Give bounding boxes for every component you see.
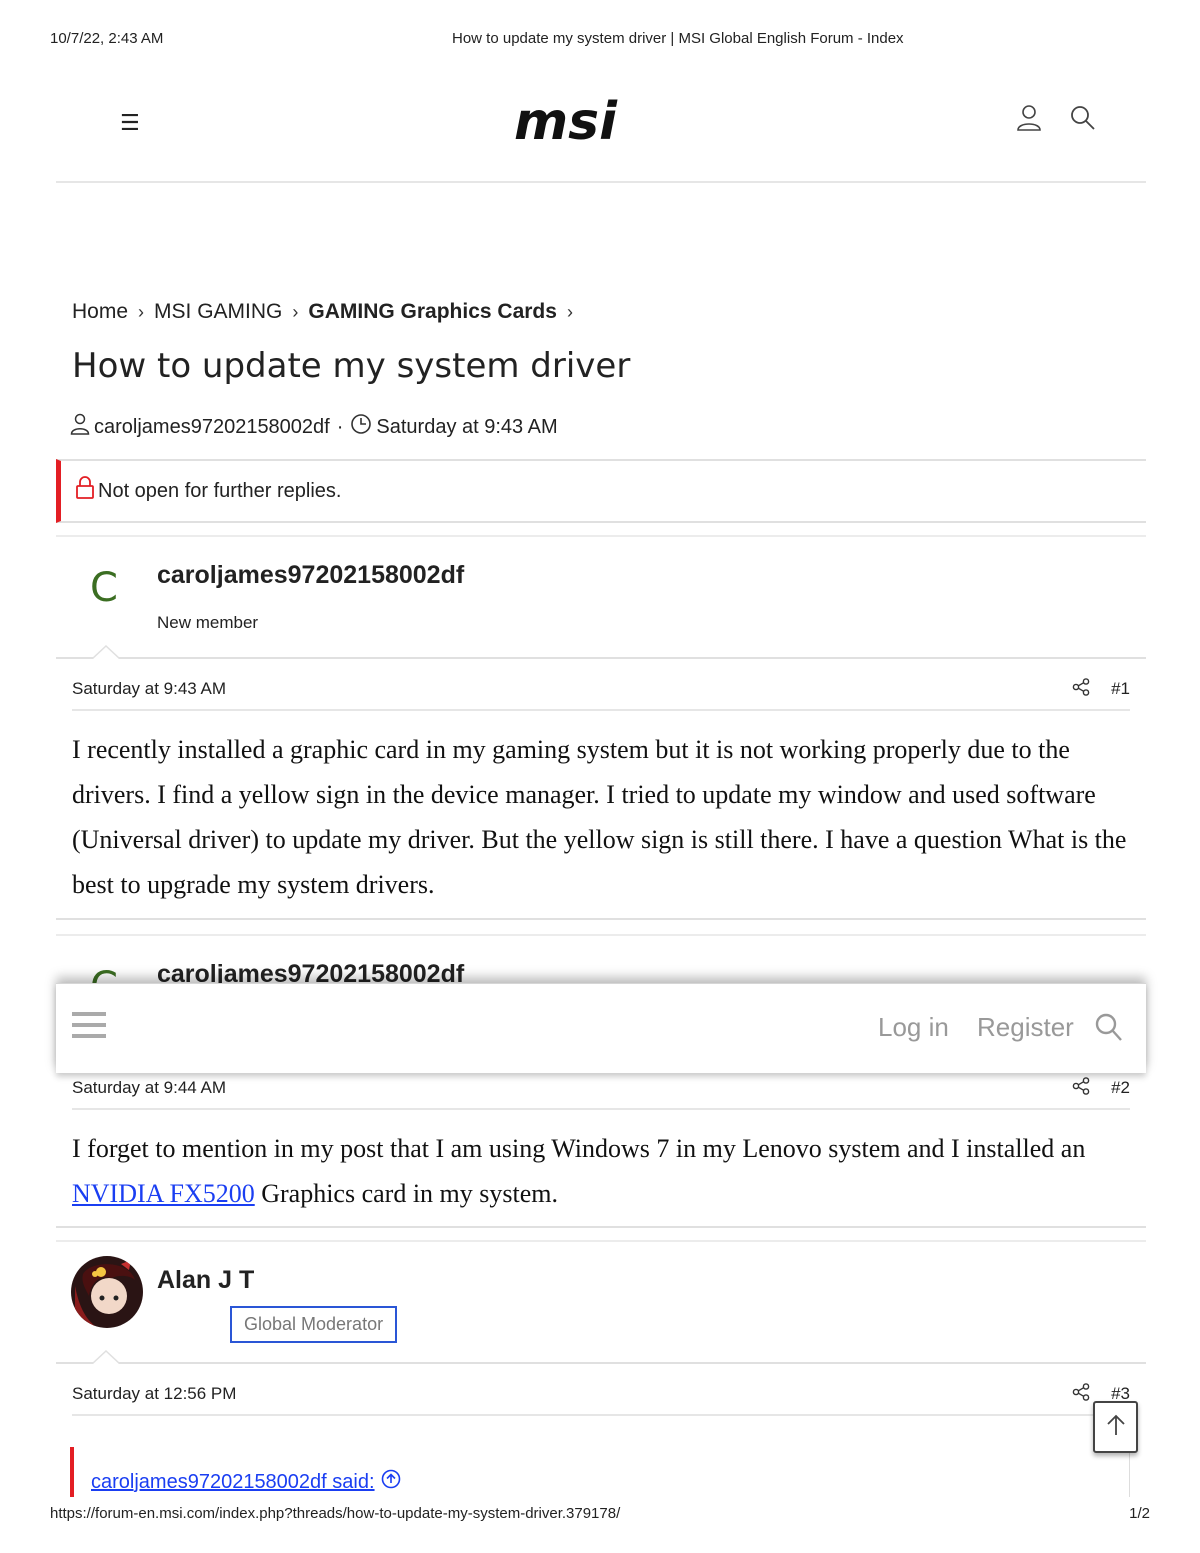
print-url: https://forum-en.msi.com/index.php?threa… [50,1505,621,1522]
chevron-right-icon: › [566,301,573,322]
msi-logo[interactable]: msi [512,91,662,152]
post-1: C caroljames97202158002df New member Sat… [56,535,1146,907]
post-username[interactable]: Alan J T [157,1266,254,1295]
arrow-up-icon [1105,1413,1127,1441]
thread-author[interactable]: caroljames97202158002df [94,416,330,439]
avatar[interactable] [71,1256,143,1328]
print-header: 10/7/22, 2:43 AM How to update my system… [50,30,1150,50]
quote-author-label: caroljames97202158002df said: [91,1470,375,1493]
breadcrumb-msi-gaming[interactable]: MSI GAMING [154,300,282,324]
print-page-number: 1/2 [1129,1505,1150,1522]
product-link[interactable]: NVIDIA FX5200 [72,1179,255,1208]
chevron-right-icon: › [292,301,299,322]
thread-meta: caroljames97202158002df · Saturday at 9:… [70,413,558,441]
post-time[interactable]: Saturday at 9:44 AM [72,1078,226,1098]
user-icon [70,413,90,441]
msi-logo-graphic: msi [514,92,618,152]
post-body: I recently installed a graphic card in m… [72,735,1127,899]
user-icon[interactable] [1016,104,1042,136]
search-icon[interactable] [1069,104,1097,136]
avatar[interactable]: C [90,565,118,611]
scroll-to-top-button[interactable] [1093,1401,1138,1453]
meta-separator: · [336,415,344,438]
sticky-nav-bar: Log in Register [56,983,1146,1073]
share-icon[interactable] [1072,1077,1090,1100]
divider [56,918,1146,920]
role-badge: Global Moderator [230,1306,398,1343]
quote-block: caroljames97202158002df said: [70,1447,1130,1497]
search-icon[interactable] [1095,1013,1123,1047]
print-title: How to update my system driver | MSI Glo… [452,30,904,47]
post-arrow-notch [92,645,120,659]
breadcrumb-gaming-graphics-cards[interactable]: GAMING Graphics Cards [308,300,557,324]
divider [56,1226,1146,1228]
post-author-area: Alan J T Global Moderator [56,1242,1146,1364]
post-body-text: I forget to mention in my post that I am… [72,1134,1086,1163]
menu-icon[interactable]: ☰ [120,111,140,136]
post-3: Alan J T Global Moderator Saturday at 12… [56,1240,1146,1416]
lock-icon [75,476,98,506]
chevron-right-icon: › [138,301,145,322]
post-header: Saturday at 12:56 PM #3 [72,1364,1130,1416]
print-footer: https://forum-en.msi.com/index.php?threa… [50,1505,1150,1525]
breadcrumb: Home › MSI GAMING › GAMING Graphics Card… [72,300,583,324]
print-date: 10/7/22, 2:43 AM [50,30,164,47]
menu-icon[interactable] [72,1012,106,1045]
arrow-circle-up-icon [381,1469,401,1495]
post-number[interactable]: #2 [1111,1078,1130,1098]
share-icon[interactable] [1072,678,1090,701]
share-icon[interactable] [1072,1383,1090,1406]
user-role: New member [157,613,259,632]
register-link[interactable]: Register [977,1012,1074,1043]
post-body: I forget to mention in my post that I am… [72,1110,1130,1216]
login-link[interactable]: Log in [878,1012,949,1043]
avatar-image [71,1256,143,1328]
post-username[interactable]: caroljames97202158002df [157,561,464,590]
breadcrumb-home[interactable]: Home [72,300,128,324]
post-body-text: Graphics card in my system. [254,1179,558,1208]
post-2: C caroljames97202158002df Saturday at 9:… [56,934,1146,1216]
page-title: How to update my system driver [72,346,631,386]
notice-text: Not open for further replies. [98,479,342,502]
post-number[interactable]: #1 [1111,679,1130,699]
post-time[interactable]: Saturday at 12:56 PM [72,1384,236,1404]
post-time[interactable]: Saturday at 9:43 AM [72,679,226,699]
post-author-area: C caroljames97202158002df New member [56,537,1146,659]
thread-date[interactable]: Saturday at 9:43 AM [376,416,557,439]
post-header: Saturday at 9:43 AM #1 [72,659,1130,711]
quote-source-link[interactable]: caroljames97202158002df said: [91,1469,401,1495]
msi-logo-text: msi [514,92,618,147]
post-arrow-notch [92,1350,120,1364]
site-header: ☰ msi [56,85,1146,183]
clock-icon [350,413,372,441]
closed-notice: Not open for further replies. [56,459,1146,523]
